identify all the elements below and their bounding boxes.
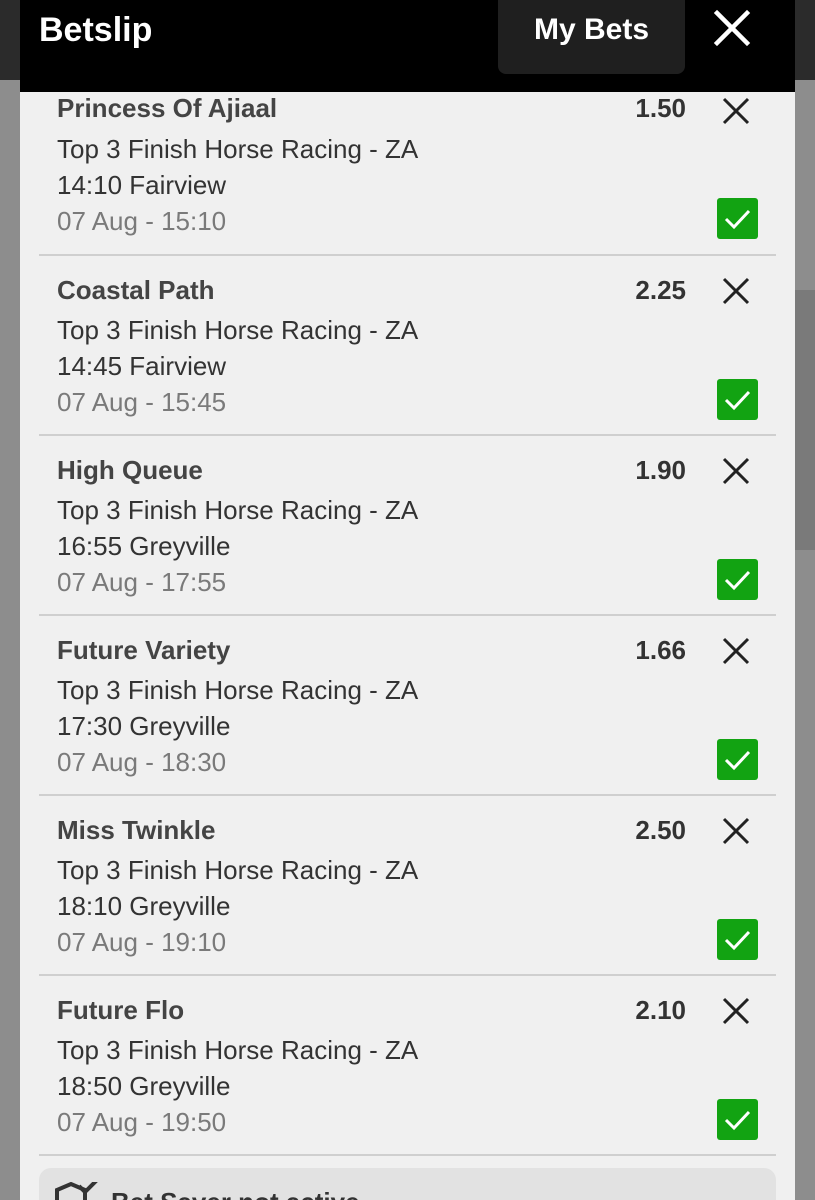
shield-icon [55, 1182, 98, 1200]
remove-bet-button[interactable] [719, 454, 753, 488]
event-datetime: 07 Aug - 19:50 [57, 1107, 227, 1137]
selection-name: Miss Twinkle [57, 815, 216, 845]
odds-value: 2.25 [635, 275, 686, 305]
bet-item: Future Flo 2.10 Top 3 Finish Horse Racin… [39, 976, 776, 1156]
odds-value: 2.10 [635, 995, 686, 1025]
selection-name: Future Variety [57, 635, 231, 665]
checkmark-icon [724, 1110, 751, 1131]
betslip-panel: Betslip My Bets Princess Of Ajiaal 1.50 … [20, 0, 795, 1200]
event-datetime: 07 Aug - 17:55 [57, 567, 227, 597]
remove-bet-button[interactable] [719, 634, 753, 668]
remove-icon [722, 997, 750, 1025]
betslip-header: Betslip My Bets [20, 0, 795, 92]
remove-icon [722, 817, 750, 845]
odds-value: 1.50 [635, 93, 686, 123]
selection-name: Future Flo [57, 995, 185, 1025]
close-button[interactable] [710, 6, 754, 50]
event-name: 16:55 Greyville [57, 531, 231, 561]
checkmark-icon [724, 930, 751, 951]
event-datetime: 07 Aug - 19:10 [57, 927, 227, 957]
market-name: Top 3 Finish Horse Racing - ZA [57, 495, 419, 525]
bet-list: Princess Of Ajiaal 1.50 Top 3 Finish Hor… [20, 92, 795, 1156]
event-datetime: 07 Aug - 15:45 [57, 387, 227, 417]
event-name: 18:50 Greyville [57, 1071, 231, 1101]
event-name: 17:30 Greyville [57, 711, 231, 741]
market-name: Top 3 Finish Horse Racing - ZA [57, 315, 419, 345]
odds-value: 1.90 [635, 455, 686, 485]
selection-name: Coastal Path [57, 275, 215, 305]
remove-bet-button[interactable] [719, 994, 753, 1028]
event-datetime: 07 Aug - 15:10 [57, 206, 227, 236]
bet-item: Princess Of Ajiaal 1.50 Top 3 Finish Hor… [39, 92, 776, 256]
remove-icon [722, 637, 750, 665]
event-datetime: 07 Aug - 18:30 [57, 747, 227, 777]
market-name: Top 3 Finish Horse Racing - ZA [57, 134, 419, 164]
include-bet-checkbox[interactable] [717, 739, 758, 780]
include-bet-checkbox[interactable] [717, 919, 758, 960]
checkmark-icon [724, 570, 751, 591]
remove-bet-button[interactable] [719, 94, 753, 128]
market-name: Top 3 Finish Horse Racing - ZA [57, 1035, 419, 1065]
scrollbar-thumb[interactable] [795, 290, 815, 550]
bet-item: High Queue 1.90 Top 3 Finish Horse Racin… [39, 436, 776, 616]
checkmark-icon [724, 209, 751, 230]
include-bet-checkbox[interactable] [717, 379, 758, 420]
backdrop-left [0, 80, 20, 1200]
remove-icon [722, 277, 750, 305]
remove-icon [722, 457, 750, 485]
event-name: 14:10 Fairview [57, 170, 227, 200]
event-name: 18:10 Greyville [57, 891, 231, 921]
include-bet-checkbox[interactable] [717, 559, 758, 600]
page: Betslip My Bets Princess Of Ajiaal 1.50 … [0, 0, 815, 1200]
backdrop-right [795, 80, 815, 1200]
checkmark-icon [724, 750, 751, 771]
bet-saver-label: Bet Saver not active [111, 1186, 360, 1200]
market-name: Top 3 Finish Horse Racing - ZA [57, 855, 419, 885]
bet-saver-banner[interactable]: Bet Saver not active [39, 1168, 776, 1200]
close-icon [713, 9, 751, 47]
odds-value: 1.66 [635, 635, 686, 665]
page-title: Betslip [39, 11, 153, 49]
odds-value: 2.50 [635, 815, 686, 845]
market-name: Top 3 Finish Horse Racing - ZA [57, 675, 419, 705]
include-bet-checkbox[interactable] [717, 1099, 758, 1140]
bet-item: Miss Twinkle 2.50 Top 3 Finish Horse Rac… [39, 796, 776, 976]
include-bet-checkbox[interactable] [717, 198, 758, 239]
bet-item: Future Variety 1.66 Top 3 Finish Horse R… [39, 616, 776, 796]
my-bets-button[interactable]: My Bets [498, 0, 685, 74]
checkmark-icon [724, 390, 751, 411]
selection-name: High Queue [57, 455, 203, 485]
remove-bet-button[interactable] [719, 814, 753, 848]
selection-name: Princess Of Ajiaal [57, 93, 278, 123]
event-name: 14:45 Fairview [57, 351, 227, 381]
remove-icon [722, 97, 750, 125]
bet-item: Coastal Path 2.25 Top 3 Finish Horse Rac… [39, 256, 776, 436]
remove-bet-button[interactable] [719, 274, 753, 308]
